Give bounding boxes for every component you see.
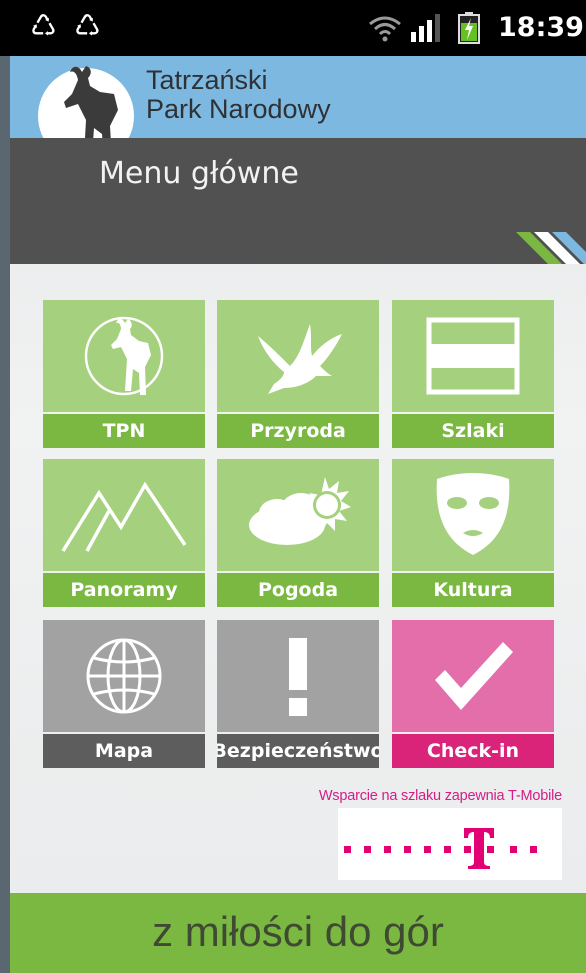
tile-label: Kultura bbox=[392, 573, 554, 607]
clock: 18:39 bbox=[498, 12, 584, 43]
tile-panoramy[interactable]: Panoramy bbox=[43, 459, 205, 607]
bird-icon bbox=[258, 324, 342, 394]
tile-label: Bezpieczeństwo bbox=[217, 734, 379, 768]
battery-charging-icon bbox=[458, 12, 480, 44]
sponsor-text: Wsparcie na szlaku zapewnia T-Mobile bbox=[318, 788, 562, 804]
globe-icon bbox=[86, 638, 162, 714]
tile-label: Pogoda bbox=[217, 573, 379, 607]
checkmark-icon bbox=[435, 642, 513, 710]
tile-label: Mapa bbox=[43, 734, 205, 768]
tile-szlaki[interactable]: Szlaki bbox=[392, 300, 554, 448]
t-mobile-logo[interactable] bbox=[338, 808, 562, 880]
trail-sign-icon bbox=[426, 317, 520, 395]
recycle-icon: ♺ bbox=[74, 9, 101, 44]
tile-label: Szlaki bbox=[392, 414, 554, 448]
recycle-icon: ♺ bbox=[30, 9, 57, 44]
mountains-icon bbox=[61, 481, 187, 552]
cloud-sun-icon bbox=[249, 477, 351, 545]
tile-tpn[interactable]: TPN bbox=[43, 300, 205, 448]
decorative-stripes bbox=[516, 232, 586, 264]
tile-kultura[interactable]: Kultura bbox=[392, 459, 554, 607]
wifi-icon bbox=[369, 16, 401, 42]
t-mobile-logo-icon bbox=[344, 828, 537, 869]
status-bar: ♺ ♺ 18:39 bbox=[0, 0, 586, 56]
tile-label: Check-in bbox=[392, 734, 554, 768]
tile-label: Panoramy bbox=[43, 573, 205, 607]
brand-line-1: Tatrzański bbox=[146, 65, 268, 95]
app-screen: Tatrzański Park Narodowy Menu główne TPN… bbox=[10, 56, 586, 973]
signal-icon bbox=[411, 14, 440, 42]
tile-przyroda[interactable]: Przyroda bbox=[217, 300, 379, 448]
tile-pogoda[interactable]: Pogoda bbox=[217, 459, 379, 607]
brand-line-2: Park Narodowy bbox=[146, 94, 331, 124]
mask-icon bbox=[436, 473, 510, 555]
page-title: Menu główne bbox=[99, 156, 299, 191]
tile-check-in[interactable]: Check-in bbox=[392, 620, 554, 768]
tile-mapa[interactable]: Mapa bbox=[43, 620, 205, 768]
exclamation-icon bbox=[289, 638, 307, 716]
tile-label: Przyroda bbox=[217, 414, 379, 448]
brand-name: Tatrzański Park Narodowy bbox=[146, 66, 331, 124]
tile-label: TPN bbox=[43, 414, 205, 448]
chamois-circle-icon bbox=[84, 316, 164, 396]
tile-bezpieczenstwo[interactable]: Bezpieczeństwo bbox=[217, 620, 379, 768]
slogan: z miłości do gór bbox=[152, 908, 444, 955]
